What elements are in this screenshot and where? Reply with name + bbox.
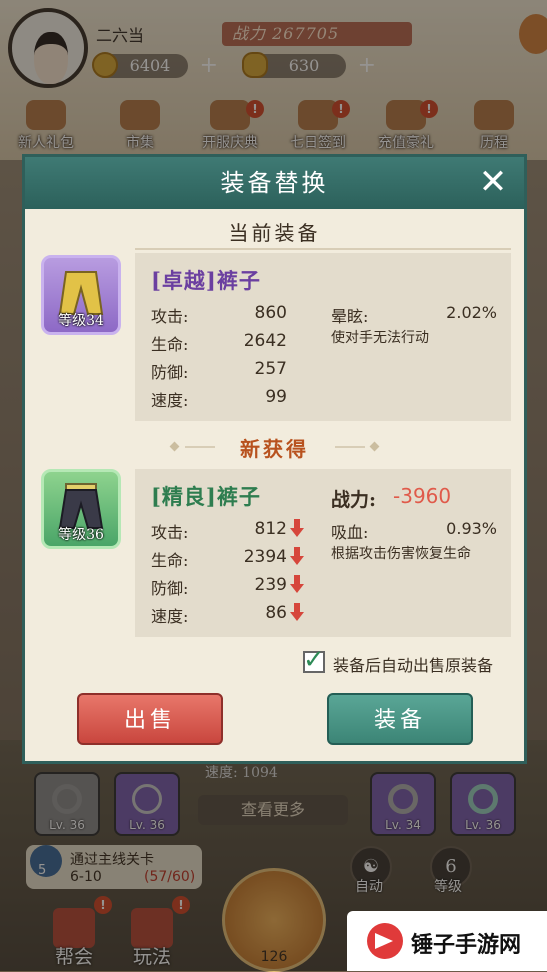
equipment-replace-dialog: 装备替换 ✕ 当前装备 等级34 [卓越]裤子 攻击: 860 生命: 2642… <box>22 154 527 764</box>
new-item-level: 等级36 <box>58 527 104 543</box>
decrease-arrow-icon <box>290 547 304 565</box>
auto-sell-label: 装备后自动出售原装备 <box>333 656 494 675</box>
skill-value: 0.93% <box>446 519 497 538</box>
stat-label: 速度: <box>151 391 189 410</box>
close-button[interactable]: ✕ <box>476 165 510 199</box>
stat-label: 攻击: <box>151 307 189 326</box>
stat-value: 860 <box>254 303 287 323</box>
divider <box>335 446 365 448</box>
site-watermark: 锤子手游网 <box>347 911 547 971</box>
sell-button[interactable]: 出售 <box>77 693 223 745</box>
auto-sell-checkbox[interactable]: ✓ <box>303 645 325 675</box>
dialog-header: 装备替换 ✕ <box>25 157 524 209</box>
stat-value: 2642 <box>243 331 287 351</box>
current-item-icon[interactable]: 等级34 <box>41 255 121 335</box>
stat-value: 257 <box>254 359 287 379</box>
stat-label: 生命: <box>151 335 189 354</box>
new-item-icon[interactable]: 等级36 <box>41 469 121 549</box>
power-delta: -3960 <box>393 484 452 508</box>
current-item-panel: [卓越]裤子 攻击: 860 生命: 2642 防御: 257 速度: 99 晕… <box>135 253 511 421</box>
stat-value: 239 <box>254 575 287 595</box>
new-item-name: [精良]裤子 <box>151 484 261 509</box>
stat-value: 812 <box>254 519 287 539</box>
new-equipment-heading: 新获得 <box>240 437 309 461</box>
skill-value: 2.02% <box>446 303 497 322</box>
stat-value: 99 <box>265 387 287 407</box>
skill-description: 根据攻击伤害恢复生命 <box>331 546 471 562</box>
current-item-name: [卓越]裤子 <box>151 268 261 293</box>
stat-label: 生命: <box>151 551 189 570</box>
watermark-logo-icon <box>367 923 403 959</box>
stat-value: 86 <box>265 603 287 623</box>
current-equipment-heading: 当前装备 <box>228 221 321 245</box>
power-label: 战力: <box>331 489 377 511</box>
stat-label: 防御: <box>151 579 189 598</box>
stat-label: 防御: <box>151 363 189 382</box>
watermark-text: 锤子手游网 <box>411 933 522 958</box>
skill-name: 晕眩: <box>331 307 369 326</box>
stat-label: 攻击: <box>151 523 189 542</box>
equip-button[interactable]: 装备 <box>327 693 473 745</box>
stat-label: 速度: <box>151 607 189 626</box>
current-item-level: 等级34 <box>58 313 104 329</box>
skill-description: 使对手无法行动 <box>331 330 429 346</box>
check-icon: ✓ <box>303 645 325 675</box>
dialog-title: 装备替换 <box>220 169 329 197</box>
decrease-arrow-icon <box>290 519 304 537</box>
decrease-arrow-icon <box>290 603 304 621</box>
stat-value: 2394 <box>243 547 287 567</box>
decrease-arrow-icon <box>290 575 304 593</box>
new-item-panel: [精良]裤子 战力: -3960 攻击: 812 生命: 2394 防御: 23… <box>135 469 511 637</box>
divider <box>135 248 511 250</box>
skill-name: 吸血: <box>331 523 369 542</box>
